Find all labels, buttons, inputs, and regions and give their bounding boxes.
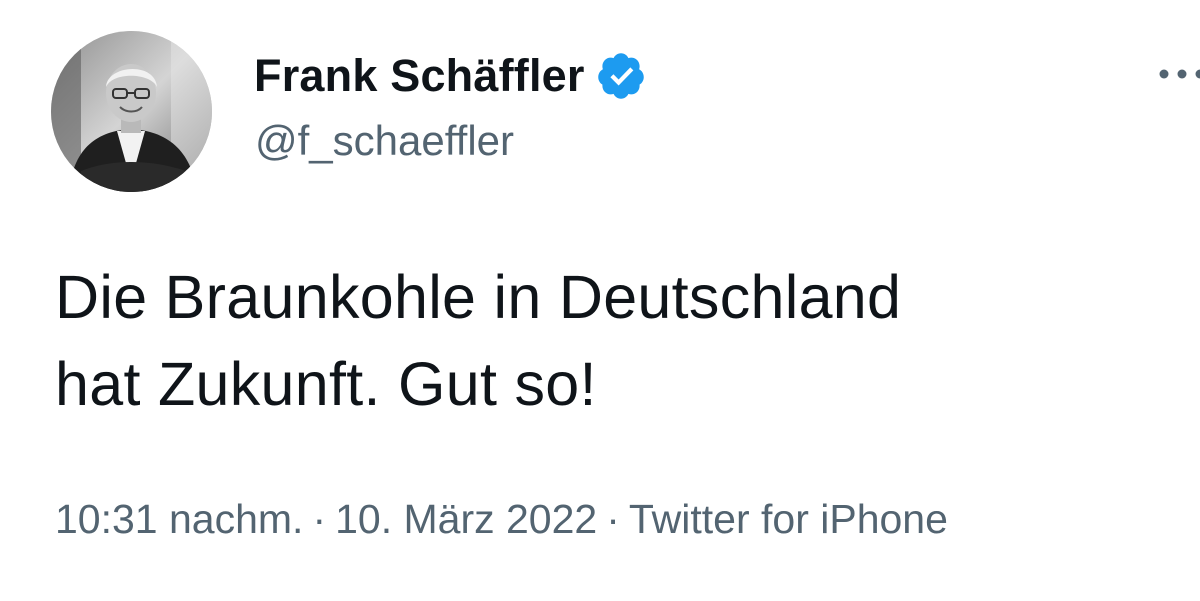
tweet-text-line: hat Zukunft. Gut so! [55, 350, 597, 418]
tweet-text: Die Braunkohle in Deutschland hat Zukunf… [55, 254, 1165, 428]
avatar[interactable] [51, 31, 212, 192]
more-options-icon[interactable] [1158, 62, 1200, 86]
verified-badge-icon [595, 50, 647, 102]
author-display-name[interactable]: Frank Schäffler [254, 50, 585, 102]
tweet-time[interactable]: 10:31 nachm. [55, 496, 303, 542]
tweet-text-line: Die Braunkohle in Deutschland [55, 263, 902, 331]
meta-separator: · [606, 496, 620, 542]
meta-separator: · [312, 496, 327, 542]
author-handle[interactable]: @f_schaeffler [255, 116, 514, 166]
author-name-row[interactable]: Frank Schäffler [254, 50, 647, 102]
tweet-source[interactable]: Twitter for iPhone [629, 496, 948, 542]
tweet-metadata: 10:31 nachm. · 10. März 2022 · Twitter for i… [55, 491, 948, 547]
tweet-card: Frank Schäffler @f_schaeffler Die Braunk… [0, 0, 1200, 601]
avatar-photo-icon [51, 31, 212, 192]
tweet-date[interactable]: 10. März 2022 [335, 496, 597, 542]
